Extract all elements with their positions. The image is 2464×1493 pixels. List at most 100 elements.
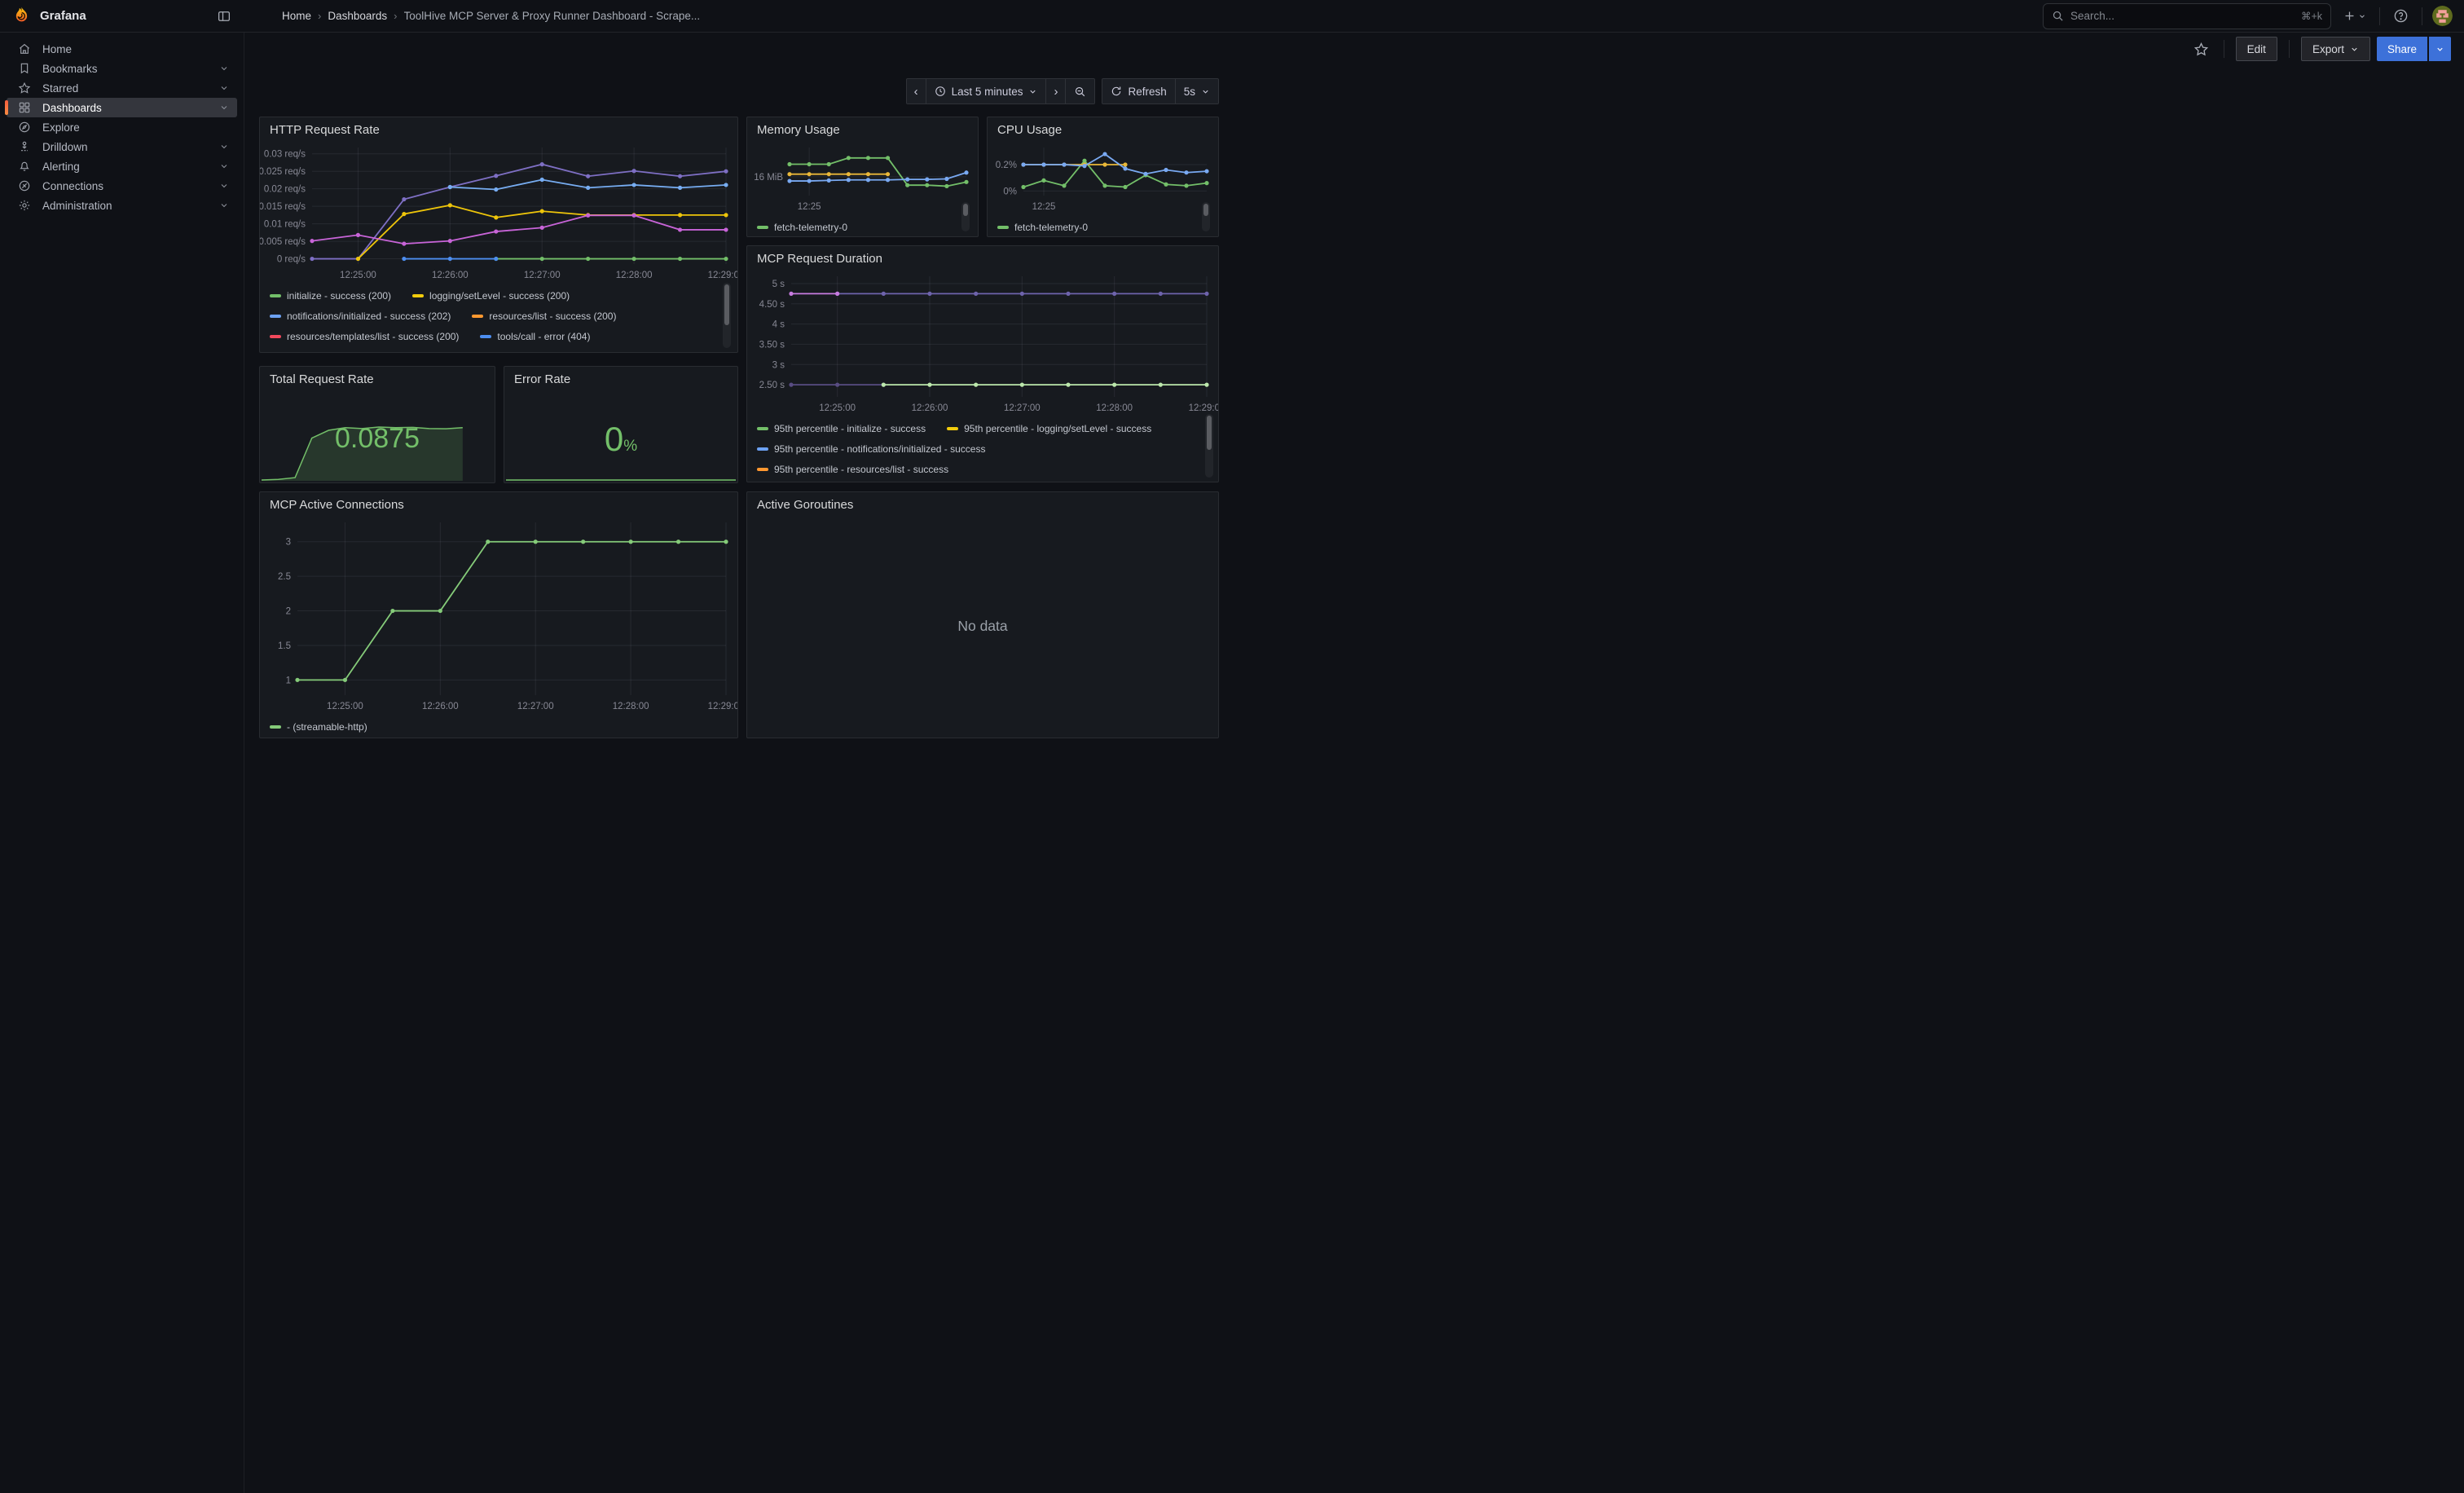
refresh-button[interactable]: Refresh [1102,78,1175,104]
sidebar-item-home[interactable]: Home [7,39,237,59]
edit-button[interactable]: Edit [2236,37,2277,61]
sidebar-item-label: Starred [42,82,208,95]
zoom-out-button[interactable] [1065,78,1095,104]
panel-title[interactable]: HTTP Request Rate [260,117,737,139]
svg-text:0.015 req/s: 0.015 req/s [260,202,306,212]
time-shift-back-button[interactable]: ‹ [906,78,926,104]
legend-item[interactable]: tools/call - error (404) [480,331,590,342]
time-range-picker[interactable]: Last 5 minutes [926,78,1047,104]
search-icon [2052,10,2064,22]
chevron-down-icon[interactable] [219,181,229,191]
legend-swatch [270,335,281,338]
sidebar-item-bookmarks[interactable]: Bookmarks [7,59,237,78]
stat-value: 0.0875 [335,423,420,455]
legend-item[interactable]: unknown - success (200) [559,351,684,353]
legend-swatch [757,468,768,471]
chevron-down-icon[interactable] [219,200,229,210]
chevron-down-icon[interactable] [219,83,229,93]
legend-item[interactable]: initialize - success (200) [270,290,391,302]
chevron-down-icon[interactable] [219,142,229,152]
sidebar-item-administration[interactable]: Administration [7,196,237,215]
add-new-button[interactable] [2339,6,2369,26]
no-data-message: No data [747,514,1218,738]
memory-usage-chart: 16 MiB12:25 [747,139,978,215]
chevron-down-icon [2435,45,2444,54]
share-dropdown-button[interactable] [2429,37,2451,61]
chevron-down-icon[interactable] [219,64,229,73]
svg-text:12:26:00: 12:26:00 [432,271,469,280]
sidebar-item-alerting[interactable]: Alerting [7,156,237,176]
legend-item[interactable]: tools/list - success (200) [416,351,538,353]
legend-scrollbar[interactable] [961,202,970,231]
share-button[interactable]: Share [2377,37,2427,61]
legend-item[interactable]: resources/templates/list - success (200) [270,331,459,342]
legend-swatch [270,725,281,729]
panel-title[interactable]: Memory Usage [747,117,978,139]
share-button-group: Share [2377,37,2451,61]
refresh-interval-picker[interactable]: 5s [1175,78,1219,104]
panel-title[interactable]: CPU Usage [988,117,1218,139]
scrollbar-thumb[interactable] [1207,416,1212,450]
chevron-down-icon[interactable] [219,103,229,112]
legend-label: 95th percentile - notifications/initiali… [774,443,985,455]
legend-item[interactable]: logging/setLevel - success (200) [412,290,570,302]
legend-item[interactable]: tools/call - success (200) [270,351,394,353]
search-input[interactable] [2070,10,2295,22]
sidebar-item-explore[interactable]: Explore [7,117,237,137]
drilldown-icon [18,140,31,153]
breadcrumb-home[interactable]: Home [282,10,311,22]
export-button[interactable]: Export [2301,37,2370,61]
search-shortcut: ⌘+k [2301,10,2322,22]
legend-item[interactable]: - (streamable-http) [270,721,367,733]
legend-row: 95th percentile - resources/templates/li… [757,479,1218,482]
scrollbar-thumb[interactable] [963,204,968,216]
legend-item[interactable]: resources/list - success (200) [472,310,616,322]
help-icon[interactable] [2390,5,2412,27]
svg-text:0.03 req/s: 0.03 req/s [264,150,306,160]
legend-item[interactable]: fetch-telemetry-0 [997,222,1088,233]
breadcrumb-separator: › [394,10,397,22]
legend-item[interactable]: fetch-telemetry-0 [757,222,847,233]
svg-text:0.01 req/s: 0.01 req/s [264,220,306,230]
legend-scrollbar[interactable] [1202,202,1210,231]
panel-title[interactable]: Error Rate [504,367,737,389]
panel-error-rate: Error Rate 0% [504,366,738,483]
scrollbar-thumb[interactable] [724,284,729,325]
panel-title[interactable]: Active Goroutines [747,492,1218,514]
legend-item[interactable]: 95th percentile - initialize - success [757,423,926,434]
legend-item[interactable]: 95th percentile - notifications/initiali… [757,443,985,455]
legend-label: tools/call - error (404) [497,331,590,342]
sidebar-nav: HomeBookmarks Starred DashboardsExploreDri… [0,33,244,1493]
legend-scrollbar[interactable] [1205,414,1213,478]
sidebar-item-label: Connections [42,180,208,192]
legend-row: tools/call - success (200) tools/list - s… [270,346,737,352]
favorite-star-icon[interactable] [2190,38,2212,60]
breadcrumb-dashboards[interactable]: Dashboards [328,10,387,22]
dashboard-canvas: ‹ Last 5 minutes › Refresh 5s [244,65,1232,746]
legend-item[interactable]: notifications/initialized - success (202… [270,310,451,322]
time-shift-forward-button[interactable]: › [1045,78,1066,104]
search-box[interactable]: ⌘+k [2043,3,2331,29]
sidebar-item-connections[interactable]: Connections [7,176,237,196]
legend-item[interactable]: 95th percentile - logging/setLevel - suc… [947,423,1151,434]
sidebar-item-starred[interactable]: Starred [7,78,237,98]
legend-swatch [412,294,424,297]
sidebar-item-dashboards[interactable]: Dashboards [7,98,237,117]
legend-item[interactable]: 95th percentile - resources/list - succe… [757,464,948,475]
svg-text:4 s: 4 s [772,320,785,330]
panel-title[interactable]: MCP Active Connections [260,492,737,514]
panel-title[interactable]: MCP Request Duration [747,246,1218,268]
user-avatar[interactable] [2432,6,2453,26]
sidebar-toggle-icon[interactable] [213,6,235,27]
panel-title[interactable]: Total Request Rate [260,367,495,389]
legend-label: initialize - success (200) [287,290,391,302]
chevron-down-icon[interactable] [219,161,229,171]
legend-scrollbar[interactable] [723,283,731,348]
scrollbar-thumb[interactable] [1203,204,1208,216]
star-icon [18,81,31,95]
grafana-logo-icon[interactable] [11,6,32,26]
legend-label: logging/setLevel - success (200) [429,290,570,302]
svg-text:2.50 s: 2.50 s [759,381,785,390]
sidebar-item-drilldown[interactable]: Drilldown [7,137,237,156]
app-title: Grafana [40,9,205,23]
